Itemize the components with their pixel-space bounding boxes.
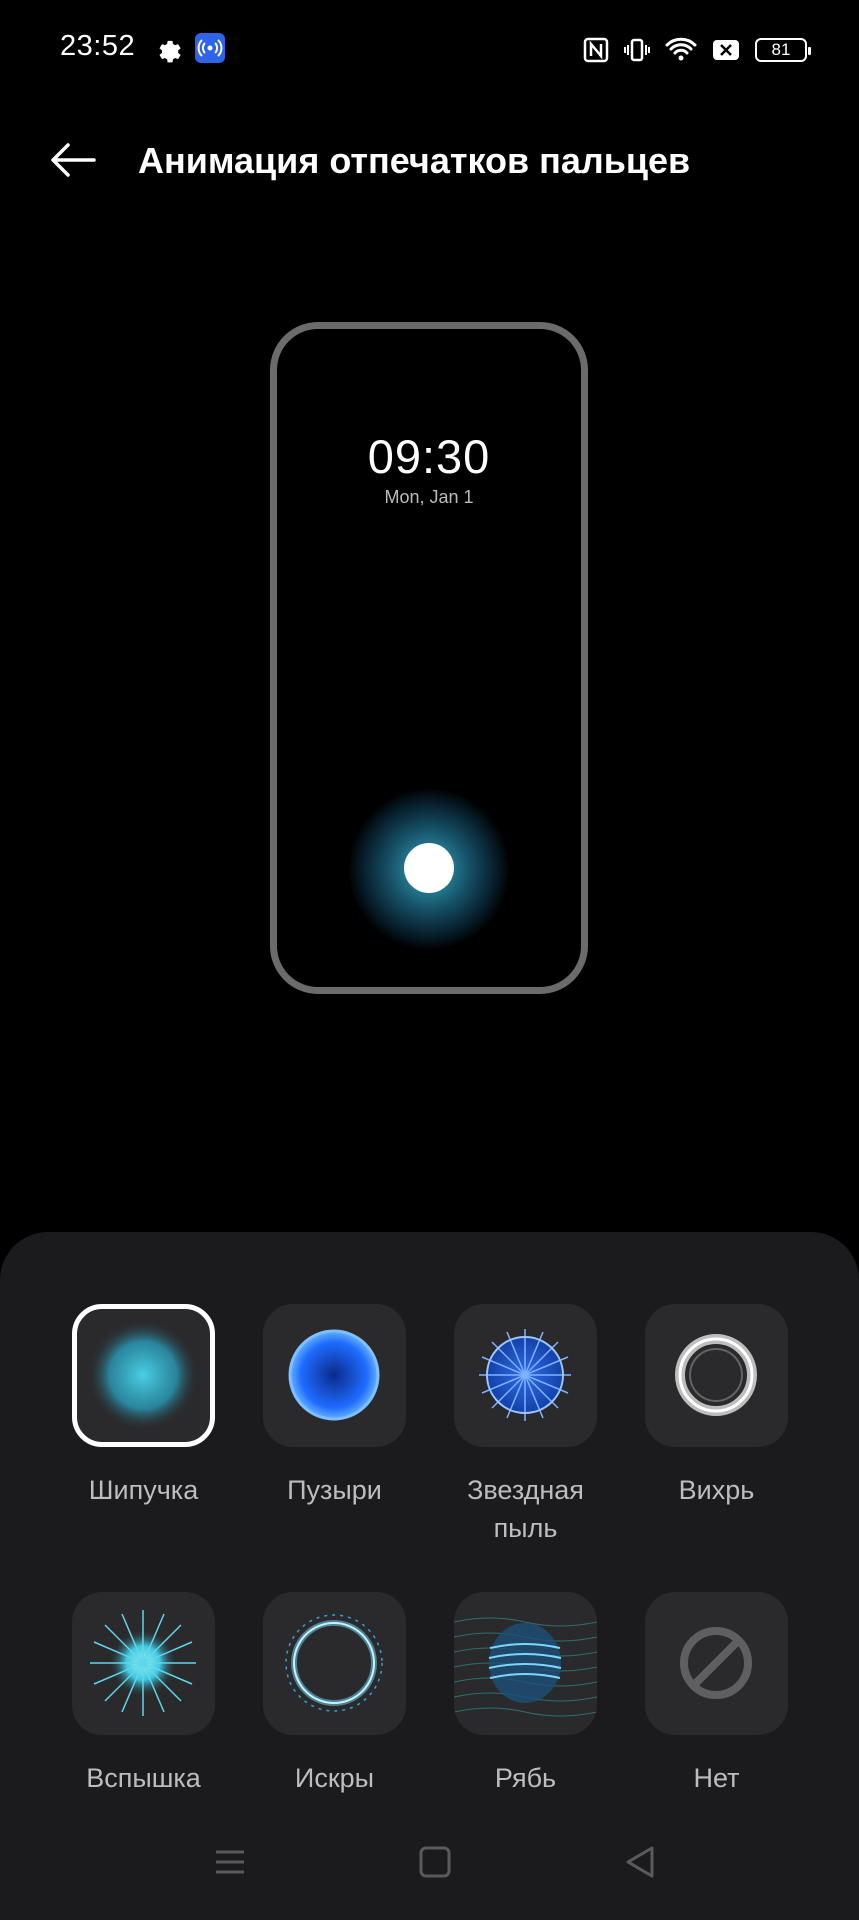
home-icon[interactable] (405, 1832, 465, 1892)
fizz-animation-icon (72, 1304, 215, 1447)
none-icon (645, 1592, 788, 1735)
option-label: Искры (294, 1763, 375, 1793)
flash-animation-icon (72, 1592, 215, 1735)
option-vortex[interactable]: Вихрь (645, 1304, 788, 1509)
preview-date: Mon, Jan 1 (384, 487, 474, 507)
status-bar: 23:52 81 (0, 0, 859, 100)
option-label: Вихрь (678, 1475, 755, 1505)
status-time: 23:52 (60, 30, 136, 62)
sparks-animation-icon (263, 1592, 406, 1735)
option-flash[interactable]: Вспышка (72, 1592, 215, 1797)
fingerprint-sensor-dot (404, 843, 454, 893)
option-label: Рябь (494, 1763, 557, 1793)
option-label: Нет (693, 1763, 740, 1793)
gear-icon (159, 40, 181, 63)
battery-level: 81 (771, 40, 791, 59)
nfc-icon (583, 37, 609, 63)
animation-options-sheet: Шипучка Пузыри Звездная пыль Вихрь Вспыш… (0, 1232, 859, 1920)
vibrate-icon (624, 38, 650, 62)
preview-clock: 09:30 (367, 430, 491, 483)
option-label: Вспышка (86, 1763, 201, 1793)
navigation-bar (0, 1832, 859, 1902)
menu-icon[interactable] (200, 1832, 260, 1892)
vortex-animation-icon (645, 1304, 788, 1447)
ripple-animation-icon (454, 1592, 597, 1735)
phone-preview: 09:30 Mon, Jan 1 (270, 322, 588, 994)
app-header: Анимация отпечатков пальцев (0, 130, 859, 190)
back-icon[interactable] (610, 1832, 670, 1892)
option-fizz[interactable]: Шипучка (72, 1304, 215, 1509)
option-none[interactable]: Нет (645, 1592, 788, 1797)
option-label: Звездная пыль (467, 1475, 584, 1543)
option-stardust[interactable]: Звездная пыль (454, 1304, 597, 1547)
stardust-animation-icon (454, 1304, 597, 1447)
battery-icon: 81 (755, 38, 811, 62)
page-title: Анимация отпечатков пальцев (138, 140, 691, 181)
option-label: Шипучка (88, 1475, 199, 1505)
no-sim-icon (713, 40, 739, 60)
back-arrow-icon[interactable] (50, 142, 96, 178)
option-bubbles[interactable]: Пузыри (263, 1304, 406, 1509)
hotspot-icon (195, 33, 225, 63)
option-label: Пузыри (287, 1475, 382, 1505)
bubble-animation-icon (263, 1304, 406, 1447)
option-sparks[interactable]: Искры (263, 1592, 406, 1797)
wifi-icon (665, 37, 697, 61)
option-ripple[interactable]: Рябь (454, 1592, 597, 1797)
